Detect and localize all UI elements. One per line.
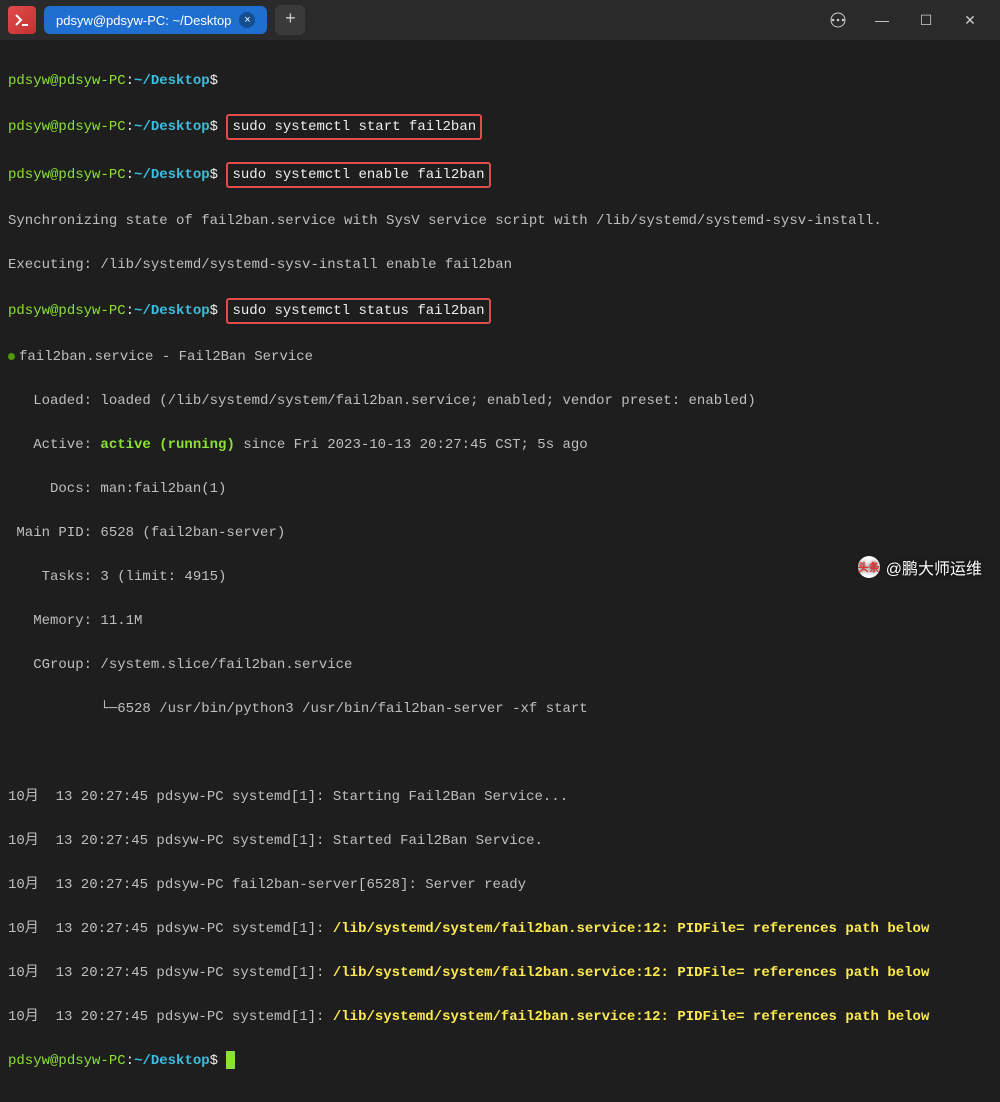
- status-loaded: Loaded: loaded (/lib/systemd/system/fail…: [8, 390, 992, 412]
- prompt-line-empty: pdsyw@pdsyw-PC:~/Desktop$: [8, 70, 992, 92]
- highlighted-command-3: sudo systemctl status fail2ban: [226, 298, 490, 324]
- status-tasks: Tasks: 3 (limit: 4915): [8, 566, 992, 588]
- status-dot-icon: [8, 353, 15, 360]
- highlighted-command-2: sudo systemctl enable fail2ban: [226, 162, 490, 188]
- close-button[interactable]: ✕: [958, 8, 982, 32]
- prompt-line-status: pdsyw@pdsyw-PC:~/Desktop$ sudo systemctl…: [8, 298, 992, 324]
- status-active: Active: active (running) since Fri 2023-…: [8, 434, 992, 456]
- watermark: 头条 @鹏大师运维: [858, 555, 982, 579]
- window-titlebar: pdsyw@pdsyw-PC: ~/Desktop × + — ☐ ✕: [0, 0, 1000, 40]
- tab-close-button[interactable]: ×: [239, 12, 255, 28]
- log-line-2: 10月 13 20:27:45 pdsyw-PC systemd[1]: Sta…: [8, 830, 992, 852]
- app-icon: [8, 6, 36, 34]
- cursor-block: [226, 1051, 235, 1069]
- maximize-button[interactable]: ☐: [914, 8, 938, 32]
- log-line-5: 10月 13 20:27:45 pdsyw-PC systemd[1]: /li…: [8, 962, 992, 984]
- log-line-1: 10月 13 20:27:45 pdsyw-PC systemd[1]: Sta…: [8, 786, 992, 808]
- log-line-3: 10月 13 20:27:45 pdsyw-PC fail2ban-server…: [8, 874, 992, 896]
- output-exec: Executing: /lib/systemd/systemd-sysv-ins…: [8, 254, 992, 276]
- prompt-line-enable: pdsyw@pdsyw-PC:~/Desktop$ sudo systemctl…: [8, 162, 992, 188]
- output-sync: Synchronizing state of fail2ban.service …: [8, 210, 992, 232]
- prompt-line-cursor: pdsyw@pdsyw-PC:~/Desktop$: [8, 1050, 992, 1072]
- status-mainpid: Main PID: 6528 (fail2ban-server): [8, 522, 992, 544]
- tab-title: pdsyw@pdsyw-PC: ~/Desktop: [56, 13, 231, 28]
- terminal-output[interactable]: pdsyw@pdsyw-PC:~/Desktop$ pdsyw@pdsyw-PC…: [0, 40, 1000, 1102]
- watermark-text: @鹏大师运维: [886, 555, 982, 579]
- prompt-line-start: pdsyw@pdsyw-PC:~/Desktop$ sudo systemctl…: [8, 114, 992, 140]
- highlighted-command-1: sudo systemctl start fail2ban: [226, 114, 482, 140]
- new-tab-button[interactable]: +: [275, 5, 305, 35]
- status-header: fail2ban.service - Fail2Ban Service: [8, 346, 992, 368]
- minimize-button[interactable]: —: [870, 8, 894, 32]
- window-controls: — ☐ ✕: [826, 8, 992, 32]
- status-cgroup-proc: └─6528 /usr/bin/python3 /usr/bin/fail2ba…: [8, 698, 992, 720]
- menu-icon[interactable]: [826, 8, 850, 32]
- log-line-4: 10月 13 20:27:45 pdsyw-PC systemd[1]: /li…: [8, 918, 992, 940]
- status-docs: Docs: man:fail2ban(1): [8, 478, 992, 500]
- status-cgroup: CGroup: /system.slice/fail2ban.service: [8, 654, 992, 676]
- log-line-6: 10月 13 20:27:45 pdsyw-PC systemd[1]: /li…: [8, 1006, 992, 1028]
- blank-line: [8, 742, 992, 764]
- tab-terminal[interactable]: pdsyw@pdsyw-PC: ~/Desktop ×: [44, 6, 267, 34]
- status-memory: Memory: 11.1M: [8, 610, 992, 632]
- watermark-logo-icon: 头条: [858, 556, 880, 578]
